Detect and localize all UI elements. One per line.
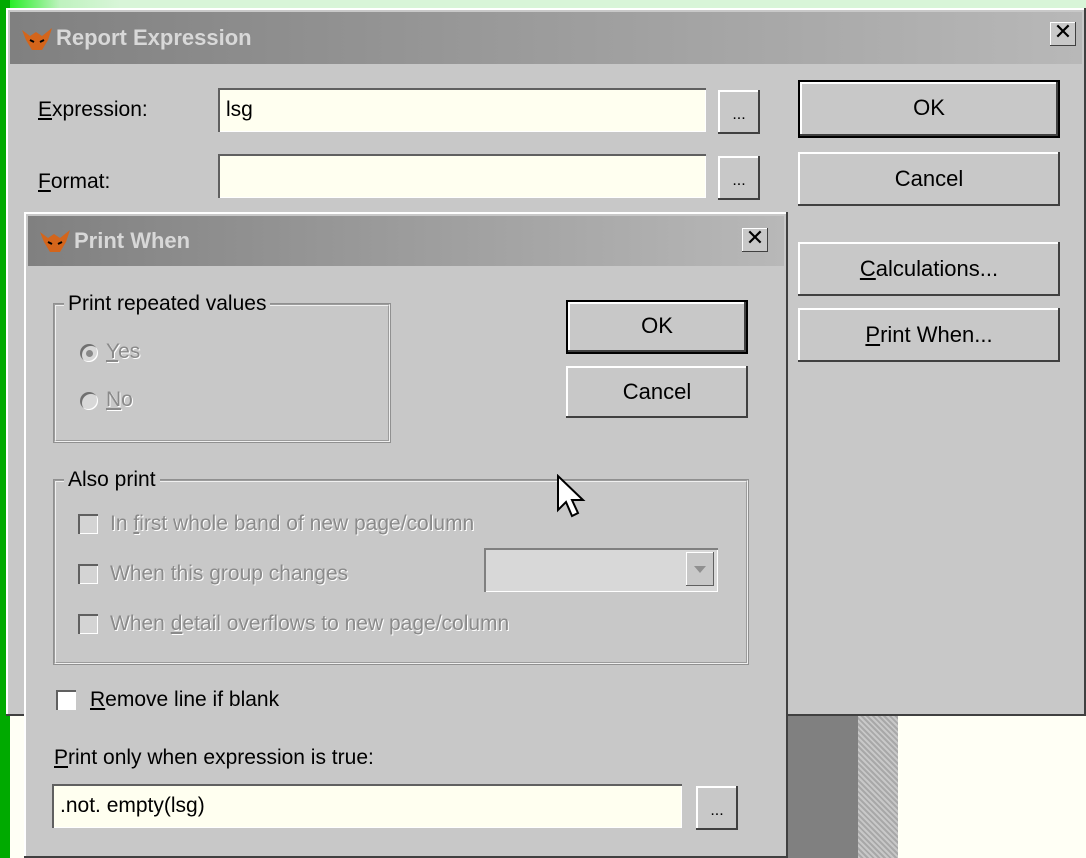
first-band-label: In first whole band of new page/column: [110, 512, 475, 535]
report-band-hatched: [858, 716, 898, 858]
calculations-button[interactable]: Calculations...: [798, 242, 1060, 296]
close-icon[interactable]: ✕: [742, 228, 768, 252]
remove-line-checkbox[interactable]: [56, 690, 76, 710]
first-band-checkbox[interactable]: [78, 514, 98, 534]
fox-icon: [40, 230, 70, 252]
cancel-button[interactable]: Cancel: [798, 152, 1060, 206]
report-expression-title: Report Expression: [56, 25, 252, 50]
close-icon[interactable]: ✕: [1050, 22, 1076, 46]
group-changes-label: When this group changes: [110, 562, 349, 585]
print-expression-label: Print only when expression is true:: [54, 746, 374, 769]
format-label: Format:: [38, 170, 111, 193]
no-radio-label: No: [106, 388, 133, 411]
print-expression-input[interactable]: .not. empty(lsg): [52, 784, 682, 828]
expression-builder-button[interactable]: ...: [718, 90, 760, 134]
group-select[interactable]: [484, 548, 718, 592]
print-when-dialog: Print When ✕ Print repeated values Yes N…: [24, 212, 788, 858]
print-when-button[interactable]: Print When...: [798, 308, 1060, 362]
print-expression-builder-button[interactable]: ...: [696, 786, 738, 830]
no-radio[interactable]: [80, 392, 98, 410]
detail-overflow-label: When detail overflows to new page/column: [110, 612, 510, 635]
yes-radio[interactable]: [80, 344, 98, 362]
mouse-cursor-icon: [557, 474, 586, 518]
group-changes-checkbox[interactable]: [78, 564, 98, 584]
fox-icon: [22, 28, 52, 50]
remove-line-label: Remove line if blank: [90, 688, 280, 711]
ok-button[interactable]: OK: [566, 300, 748, 354]
cancel-button[interactable]: Cancel: [566, 366, 748, 418]
report-expression-titlebar[interactable]: Report Expression: [10, 12, 1082, 64]
print-when-title: Print When: [74, 228, 191, 253]
print-repeated-values-group: [54, 304, 390, 442]
print-repeated-values-label: Print repeated values: [64, 292, 271, 316]
format-input[interactable]: [218, 154, 706, 198]
print-when-titlebar[interactable]: Print When: [28, 216, 784, 266]
chevron-down-icon[interactable]: [686, 552, 714, 586]
yes-radio-label: Yes: [106, 340, 141, 363]
expression-input[interactable]: lsg: [218, 88, 706, 132]
expression-label: Expression:: [38, 98, 148, 121]
format-builder-button[interactable]: ...: [718, 156, 760, 200]
detail-overflow-checkbox[interactable]: [78, 614, 98, 634]
also-print-label: Also print: [64, 468, 160, 492]
ok-button[interactable]: OK: [798, 80, 1060, 138]
